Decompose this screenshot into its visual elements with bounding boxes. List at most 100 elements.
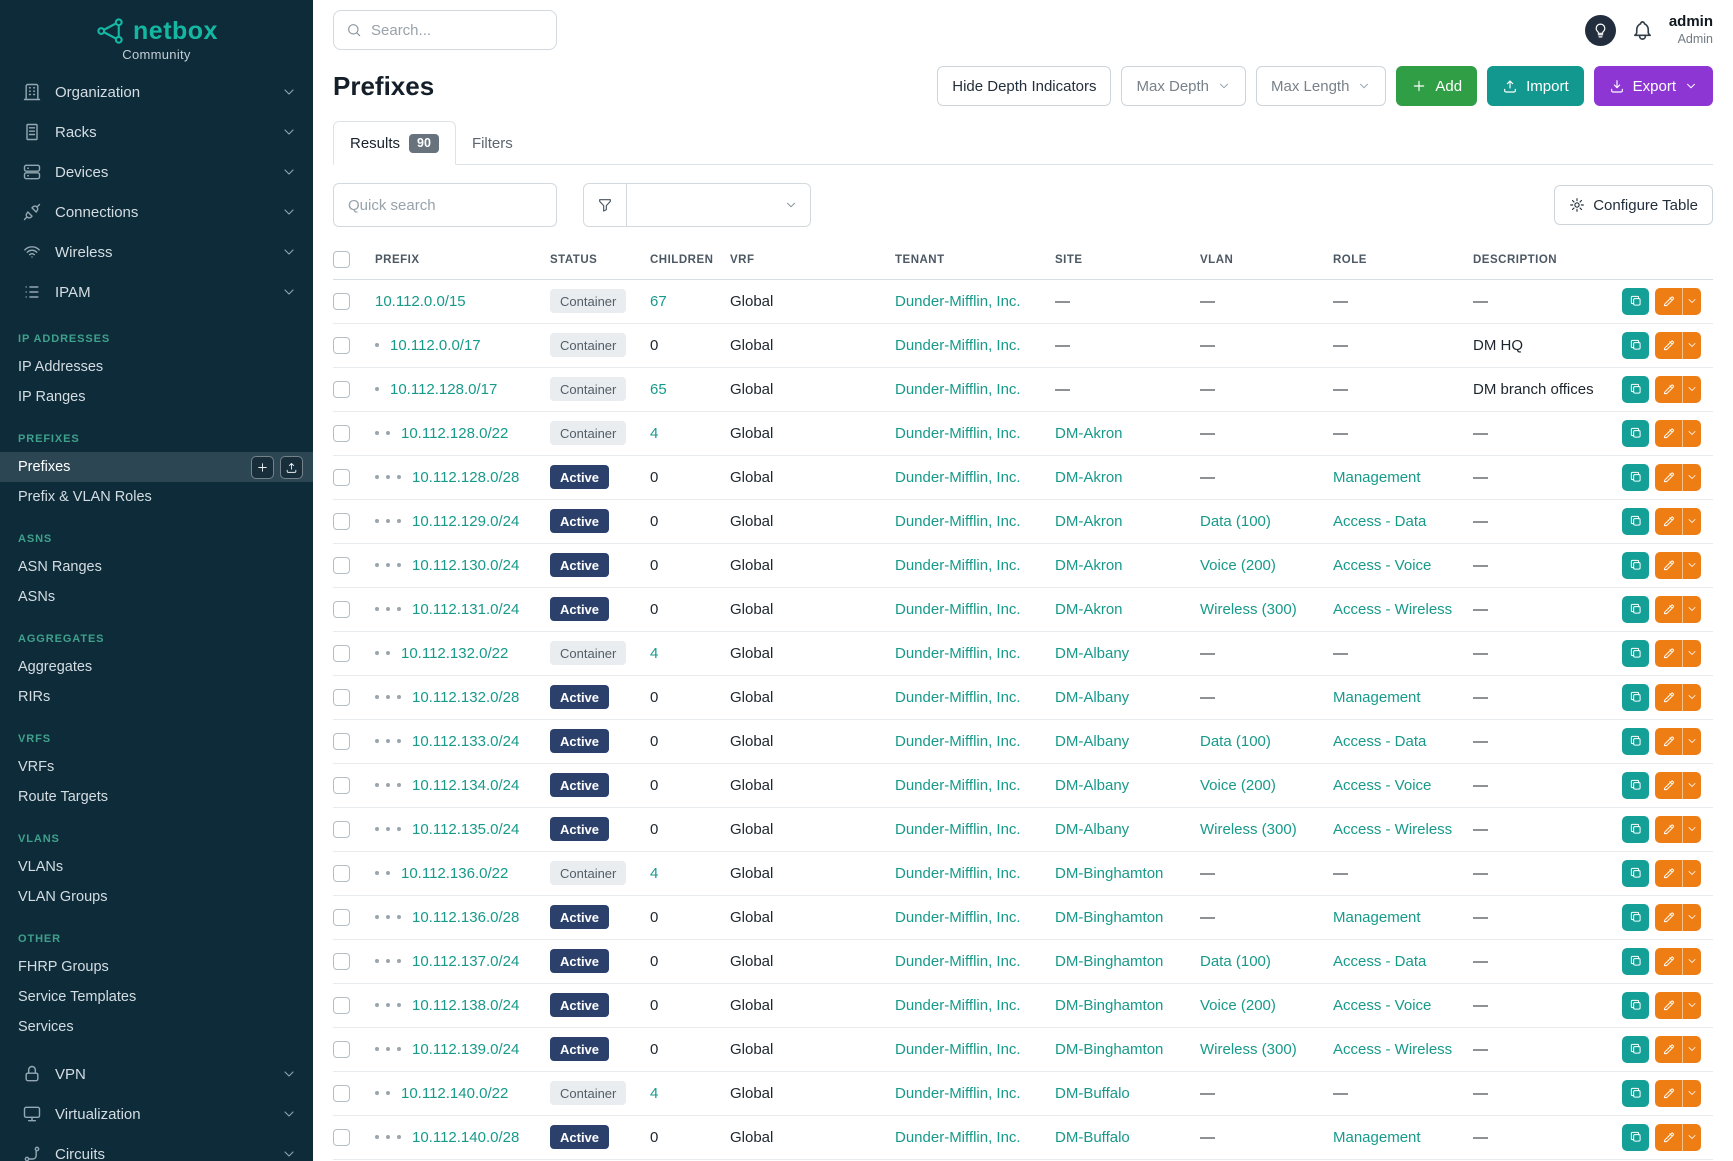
edit-button[interactable] xyxy=(1655,992,1682,1019)
row-checkbox[interactable] xyxy=(333,425,350,442)
vlan-link[interactable]: Wireless (300) xyxy=(1200,1041,1297,1058)
prefix-link[interactable]: 10.112.133.0/24 xyxy=(412,733,519,750)
prefix-link[interactable]: 10.112.128.0/22 xyxy=(401,425,508,442)
role-link[interactable]: Access - Voice xyxy=(1333,997,1431,1014)
tenant-link[interactable]: Dunder-Mifflin, Inc. xyxy=(895,601,1021,618)
edit-dropdown-button[interactable] xyxy=(1682,1036,1701,1063)
edit-dropdown-button[interactable] xyxy=(1682,992,1701,1019)
site-link[interactable]: DM-Binghamton xyxy=(1055,1041,1163,1058)
edit-dropdown-button[interactable] xyxy=(1682,508,1701,535)
edit-button[interactable] xyxy=(1655,816,1682,843)
prefix-link[interactable]: 10.112.128.0/28 xyxy=(412,469,519,486)
sidebar-item-vrfs[interactable]: VRFs xyxy=(0,752,313,782)
copy-button[interactable] xyxy=(1622,508,1649,535)
prefix-link[interactable]: 10.112.138.0/24 xyxy=(412,997,519,1014)
row-checkbox[interactable] xyxy=(333,645,350,662)
sidebar-item-wireless[interactable]: Wireless xyxy=(0,232,313,272)
edit-dropdown-button[interactable] xyxy=(1682,1080,1701,1107)
tenant-link[interactable]: Dunder-Mifflin, Inc. xyxy=(895,645,1021,662)
edit-dropdown-button[interactable] xyxy=(1682,728,1701,755)
tenant-link[interactable]: Dunder-Mifflin, Inc. xyxy=(895,1085,1021,1102)
tenant-link[interactable]: Dunder-Mifflin, Inc. xyxy=(895,777,1021,794)
role-link[interactable]: Access - Wireless xyxy=(1333,601,1452,618)
tenant-link[interactable]: Dunder-Mifflin, Inc. xyxy=(895,733,1021,750)
vlan-link[interactable]: Voice (200) xyxy=(1200,777,1276,794)
row-checkbox[interactable] xyxy=(333,469,350,486)
copy-button[interactable] xyxy=(1622,948,1649,975)
edit-dropdown-button[interactable] xyxy=(1682,816,1701,843)
prefix-link[interactable]: 10.112.132.0/22 xyxy=(401,645,508,662)
edit-button[interactable] xyxy=(1655,1124,1682,1151)
user-menu[interactable]: admin Admin xyxy=(1669,13,1713,47)
tenant-link[interactable]: Dunder-Mifflin, Inc. xyxy=(895,953,1021,970)
copy-button[interactable] xyxy=(1622,684,1649,711)
edit-button[interactable] xyxy=(1655,1080,1682,1107)
add-prefix-button[interactable] xyxy=(251,456,274,479)
tenant-link[interactable]: Dunder-Mifflin, Inc. xyxy=(895,1041,1021,1058)
prefix-link[interactable]: 10.112.130.0/24 xyxy=(412,557,519,574)
edit-dropdown-button[interactable] xyxy=(1682,420,1701,447)
tab-results[interactable]: Results 90 xyxy=(333,121,456,165)
edit-button[interactable] xyxy=(1655,948,1682,975)
children-link[interactable]: 4 xyxy=(650,425,658,442)
site-link[interactable]: DM-Akron xyxy=(1055,425,1123,442)
site-link[interactable]: DM-Binghamton xyxy=(1055,997,1163,1014)
role-link[interactable]: Access - Voice xyxy=(1333,557,1431,574)
edit-dropdown-button[interactable] xyxy=(1682,288,1701,315)
tenant-link[interactable]: Dunder-Mifflin, Inc. xyxy=(895,469,1021,486)
children-link[interactable]: 65 xyxy=(650,381,667,398)
edit-dropdown-button[interactable] xyxy=(1682,772,1701,799)
edit-button[interactable] xyxy=(1655,860,1682,887)
tenant-link[interactable]: Dunder-Mifflin, Inc. xyxy=(895,689,1021,706)
edit-dropdown-button[interactable] xyxy=(1682,948,1701,975)
role-link[interactable]: Access - Wireless xyxy=(1333,1041,1452,1058)
col-header-vlan[interactable]: VLAN xyxy=(1200,247,1333,279)
prefix-link[interactable]: 10.112.0.0/15 xyxy=(375,293,466,310)
role-link[interactable]: Management xyxy=(1333,1129,1421,1146)
edit-button[interactable] xyxy=(1655,1036,1682,1063)
sidebar-item-fhrp-groups[interactable]: FHRP Groups xyxy=(0,952,313,982)
row-checkbox[interactable] xyxy=(333,821,350,838)
edit-dropdown-button[interactable] xyxy=(1682,640,1701,667)
sidebar-item-vpn[interactable]: VPN xyxy=(0,1054,313,1094)
edit-button[interactable] xyxy=(1655,904,1682,931)
col-header-role[interactable]: ROLE xyxy=(1333,247,1473,279)
prefix-link[interactable]: 10.112.128.0/17 xyxy=(390,381,497,398)
filter-button[interactable] xyxy=(583,183,627,227)
site-link[interactable]: DM-Albany xyxy=(1055,689,1129,706)
edit-button[interactable] xyxy=(1655,332,1682,359)
sidebar-item-ip-addresses[interactable]: IP Addresses xyxy=(0,352,313,382)
tenant-link[interactable]: Dunder-Mifflin, Inc. xyxy=(895,997,1021,1014)
col-header-prefix[interactable]: PREFIX xyxy=(375,247,550,279)
edit-dropdown-button[interactable] xyxy=(1682,1124,1701,1151)
row-checkbox[interactable] xyxy=(333,909,350,926)
site-link[interactable]: DM-Binghamton xyxy=(1055,865,1163,882)
row-checkbox[interactable] xyxy=(333,1085,350,1102)
row-checkbox[interactable] xyxy=(333,953,350,970)
vlan-link[interactable]: Data (100) xyxy=(1200,733,1271,750)
row-checkbox[interactable] xyxy=(333,733,350,750)
site-link[interactable]: DM-Akron xyxy=(1055,557,1123,574)
copy-button[interactable] xyxy=(1622,332,1649,359)
copy-button[interactable] xyxy=(1622,728,1649,755)
edit-button[interactable] xyxy=(1655,640,1682,667)
tab-filters[interactable]: Filters xyxy=(456,121,529,165)
saved-filter-select[interactable] xyxy=(627,183,811,227)
col-header-status[interactable]: STATUS xyxy=(550,247,650,279)
edit-button[interactable] xyxy=(1655,464,1682,491)
children-link[interactable]: 4 xyxy=(650,1085,658,1102)
copy-button[interactable] xyxy=(1622,464,1649,491)
sidebar-item-prefix-vlan-roles[interactable]: Prefix & VLAN Roles xyxy=(0,482,313,512)
prefix-link[interactable]: 10.112.132.0/28 xyxy=(412,689,519,706)
vlan-link[interactable]: Wireless (300) xyxy=(1200,821,1297,838)
sidebar-item-racks[interactable]: Racks xyxy=(0,112,313,152)
role-link[interactable]: Access - Wireless xyxy=(1333,821,1452,838)
sidebar-item-vlan-groups[interactable]: VLAN Groups xyxy=(0,882,313,912)
vlan-link[interactable]: Wireless (300) xyxy=(1200,601,1297,618)
edit-button[interactable] xyxy=(1655,684,1682,711)
col-header-site[interactable]: SITE xyxy=(1055,247,1200,279)
tenant-link[interactable]: Dunder-Mifflin, Inc. xyxy=(895,557,1021,574)
col-header-tenant[interactable]: TENANT xyxy=(895,247,1055,279)
quick-search-input[interactable] xyxy=(333,183,557,227)
site-link[interactable]: DM-Albany xyxy=(1055,821,1129,838)
